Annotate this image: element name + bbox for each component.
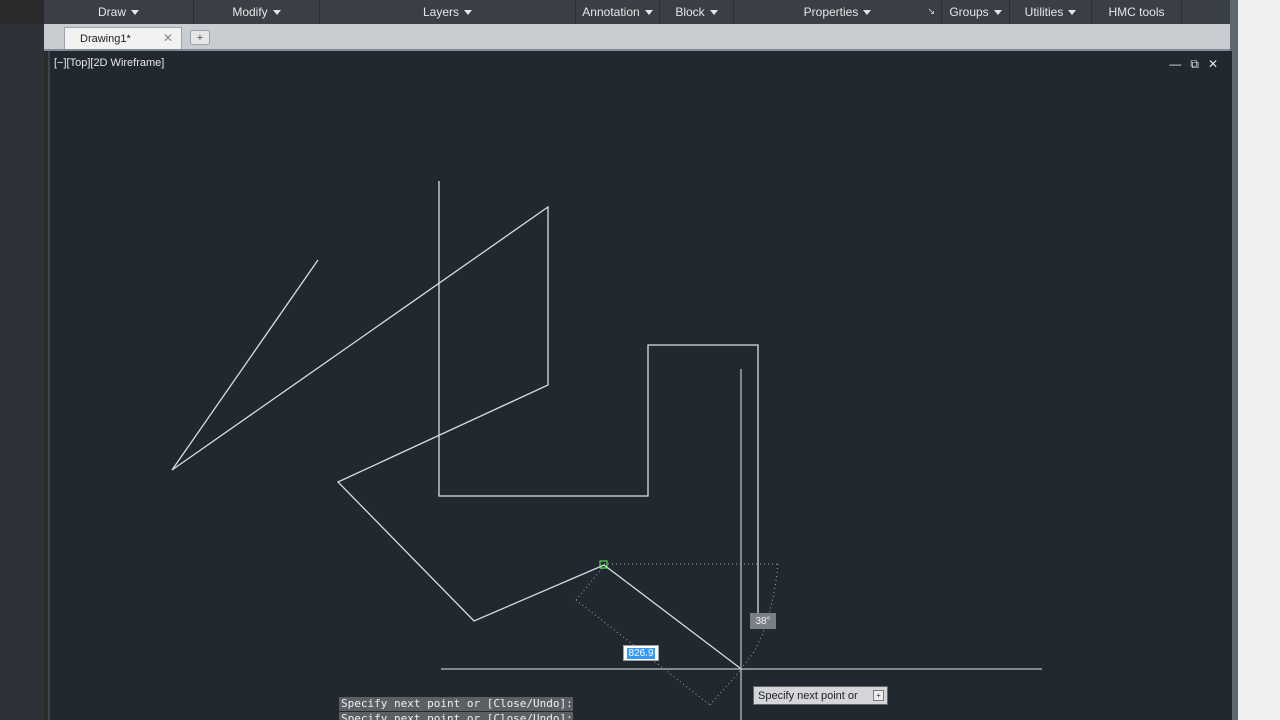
prompt-options-button[interactable]: + (873, 690, 884, 701)
command-history-line: Specify next point or [Close/Undo]: (339, 697, 573, 711)
drawing-geometry (171, 181, 1042, 720)
right-frame (1230, 0, 1280, 720)
dimension-line-c (709, 669, 742, 706)
line-diagonal-left (171, 205, 741, 669)
dynamic-prompt[interactable]: Specify next point or + (753, 686, 888, 705)
line-u-shape (438, 181, 759, 620)
distance-input[interactable]: 826.9 (623, 645, 659, 661)
angle-readout: 38° (750, 613, 776, 629)
command-history-line: Specify next point or [Close/Undo]: (339, 712, 573, 720)
prompt-text: Specify next point or (758, 689, 858, 702)
distance-value[interactable]: 826.9 (627, 647, 655, 659)
command-history: Specify next point or [Close/Undo]: Spec… (339, 697, 573, 720)
